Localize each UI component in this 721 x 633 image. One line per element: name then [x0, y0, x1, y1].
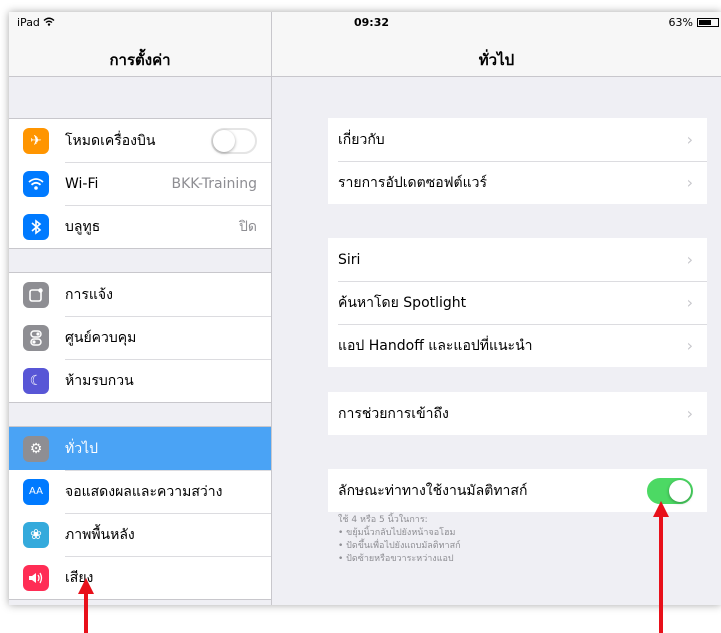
accessibility-row[interactable]: การช่วยการเข้าถึง › — [328, 392, 707, 435]
sidebar-item-display-brightness[interactable]: AA จอแสดงผลและความสว่าง — [9, 470, 271, 513]
sidebar-group-notifications: การแจ้ง ศูนย์ควบคุม ☾ ห้ามรบกวน — [9, 272, 271, 403]
bluetooth-status-value: ปิด — [239, 218, 257, 235]
wifi-signal-icon — [43, 16, 55, 29]
sidebar-item-label: ภาพพื้นหลัง — [65, 526, 135, 543]
chevron-right-icon: › — [686, 173, 693, 192]
sidebar-item-label: ห้ามรบกวน — [65, 372, 134, 389]
sidebar-item-airplane-mode[interactable]: ✈ โหมดเครื่องบิน — [9, 119, 271, 162]
status-device: iPad — [17, 16, 55, 29]
sidebar-item-label: ทั่วไป — [65, 440, 99, 457]
footnote-line: • ปัดขึ้นเพื่อไปยังแถบมัลติทาสก์ — [338, 541, 461, 551]
sidebar-item-sounds[interactable]: เสียง — [9, 556, 271, 599]
chevron-right-icon: › — [686, 336, 693, 355]
sidebar-item-wifi[interactable]: Wi-Fi BKK-Training — [9, 162, 271, 205]
multitasking-footnote: ใช้ 4 หรือ 5 นิ้วในการ: • ขยุ้มนิ้วกลับไ… — [338, 514, 698, 566]
row-label: รายการอัปเดตซอฟต์แวร์ — [338, 174, 488, 191]
row-label: ค้นหาโดย Spotlight — [338, 294, 467, 311]
chevron-right-icon: › — [686, 404, 693, 423]
sidebar-group-connectivity: ✈ โหมดเครื่องบิน Wi-Fi BKK-Training บลูท… — [9, 118, 271, 249]
footnote-line: ใช้ 4 หรือ 5 นิ้วในการ: — [338, 515, 428, 525]
footnote-line: • ปัดซ้ายหรือขวาระหว่างแอป — [338, 554, 454, 564]
detail-group-accessibility: การช่วยการเข้าถึง › — [328, 392, 707, 435]
status-bar: iPad 09:32 63% — [9, 12, 721, 32]
sidebar-item-general[interactable]: ⚙ ทั่วไป — [9, 427, 271, 470]
ipad-screen: การตั้งค่า ✈ โหมดเครื่องบิน Wi-Fi BKK-Tr… — [9, 12, 721, 605]
battery-percent: 63% — [668, 16, 693, 29]
sidebar-item-label: ศูนย์ควบคุม — [65, 329, 137, 346]
row-label: ลักษณะท่าทางใช้งานมัลติทาสก์ — [338, 482, 528, 499]
chevron-right-icon: › — [686, 130, 693, 149]
device-name: iPad — [17, 16, 40, 29]
about-row[interactable]: เกี่ยวกับ › — [328, 118, 707, 161]
sidebar-item-notifications[interactable]: การแจ้ง — [9, 273, 271, 316]
handoff-row[interactable]: แอป Handoff และแอปที่แนะนำ › — [328, 324, 707, 367]
detail-group-siri: Siri › ค้นหาโดย Spotlight › แอป Handoff … — [328, 238, 707, 367]
sidebar-item-do-not-disturb[interactable]: ☾ ห้ามรบกวน — [9, 359, 271, 402]
detail-group-about: เกี่ยวกับ › รายการอัปเดตซอฟต์แวร์ › — [328, 118, 707, 204]
sidebar-item-label: บลูทูธ — [65, 218, 101, 235]
detail-group-multitasking: ลักษณะท่าทางใช้งานมัลติทาสก์ — [328, 469, 707, 512]
row-label: Siri — [338, 251, 361, 268]
sidebar-item-label: โหมดเครื่องบิน — [65, 132, 156, 149]
software-update-row[interactable]: รายการอัปเดตซอฟต์แวร์ › — [328, 161, 707, 204]
chevron-right-icon: › — [686, 250, 693, 269]
wifi-network-value: BKK-Training — [171, 175, 257, 192]
multitasking-gestures-toggle[interactable] — [647, 477, 693, 504]
airplane-icon: ✈ — [23, 127, 49, 154]
sidebar-group-general: ⚙ ทั่วไป AA จอแสดงผลและความสว่าง ❀ ภาพพื… — [9, 426, 271, 600]
annotation-arrow-toggle — [653, 501, 669, 633]
sidebar-item-label: จอแสดงผลและความสว่าง — [65, 483, 223, 500]
sidebar-item-label: การแจ้ง — [65, 286, 113, 303]
battery-icon — [697, 18, 719, 27]
siri-row[interactable]: Siri › — [328, 238, 707, 281]
row-label: เกี่ยวกับ — [338, 131, 385, 148]
wallpaper-icon: ❀ — [23, 521, 49, 548]
notifications-icon — [23, 281, 49, 308]
sidebar-item-bluetooth[interactable]: บลูทูธ ปิด — [9, 205, 271, 248]
sidebar-item-wallpaper[interactable]: ❀ ภาพพื้นหลัง — [9, 513, 271, 556]
multitasking-gestures-row: ลักษณะท่าทางใช้งานมัลติทาสก์ — [328, 469, 707, 512]
sidebar-item-label: Wi-Fi — [65, 175, 99, 192]
annotation-arrow-general — [78, 578, 94, 633]
chevron-right-icon: › — [686, 293, 693, 312]
footnote-line: • ขยุ้มนิ้วกลับไปยังหน้าจอโฮม — [338, 528, 456, 538]
display-icon: AA — [23, 478, 49, 505]
settings-sidebar: การตั้งค่า ✈ โหมดเครื่องบิน Wi-Fi BKK-Tr… — [9, 12, 272, 605]
sidebar-item-control-center[interactable]: ศูนย์ควบคุม — [9, 316, 271, 359]
row-label: แอป Handoff และแอปที่แนะนำ — [338, 337, 533, 354]
spotlight-search-row[interactable]: ค้นหาโดย Spotlight › — [328, 281, 707, 324]
detail-title: ทั่วไป — [478, 51, 515, 69]
sound-icon — [23, 564, 49, 591]
wifi-icon — [23, 170, 49, 197]
row-label: การช่วยการเข้าถึง — [338, 405, 449, 422]
bluetooth-icon — [23, 213, 49, 240]
control-center-icon — [23, 324, 49, 351]
airplane-mode-toggle[interactable] — [211, 127, 257, 154]
gear-icon: ⚙ — [23, 435, 49, 462]
sidebar-title: การตั้งค่า — [109, 51, 171, 69]
status-time: 09:32 — [354, 16, 390, 29]
moon-icon: ☾ — [23, 367, 49, 394]
status-battery: 63% — [669, 16, 719, 29]
